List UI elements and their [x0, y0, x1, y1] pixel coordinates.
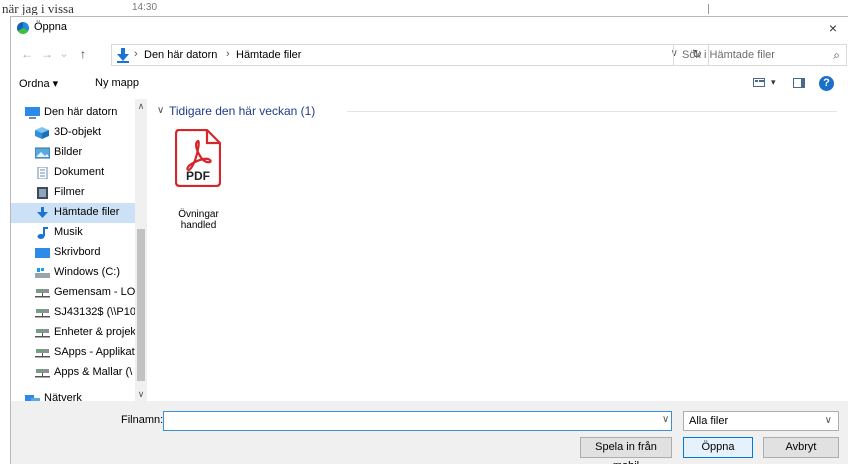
background-divider — [708, 4, 709, 14]
file-item[interactable]: PDF Övningar handled — [171, 127, 251, 237]
organize-menu-button[interactable]: Ordna ▾ — [19, 77, 58, 90]
sidebar-item-label: Enheter & projekt — [54, 326, 139, 338]
up-arrow-icon[interactable]: ↑ — [75, 45, 91, 63]
file-type-value: Alla filer — [689, 415, 729, 427]
3d-objects-icon — [35, 127, 49, 139]
network-drive-icon — [35, 309, 50, 318]
pdf-type-label: PDF — [186, 169, 210, 183]
downloads-icon — [37, 207, 48, 218]
network-drive-icon — [35, 349, 50, 358]
open-dialog: Öppna × ← → ⌄ ↑ › Den här datorn › Hämta… — [10, 16, 848, 464]
videos-icon — [37, 187, 48, 199]
sidebar-item-den-har-datorn[interactable]: Den här datorn — [11, 103, 135, 123]
sidebar-item-label: Skrivbord — [54, 246, 101, 258]
view-options-chevron-icon[interactable]: ▾ — [771, 77, 776, 88]
recent-locations-chevron-icon[interactable]: ⌄ — [59, 45, 69, 63]
breadcrumb-den-har-datorn[interactable]: Den här datorn — [144, 49, 217, 61]
sidebar-item-gemensam[interactable]: Gemensam - LO — [11, 283, 135, 303]
close-button[interactable]: × — [818, 17, 848, 39]
download-arrow-icon — [117, 48, 129, 63]
sidebar-item-label: SApps - Applikat — [54, 346, 135, 358]
sidebar-item-windows-c[interactable]: Windows (C:) — [11, 263, 135, 283]
group-divider — [347, 111, 837, 112]
sidebar-item-sapps[interactable]: SApps - Applikat — [11, 343, 135, 363]
file-name-label: Övningar handled — [178, 209, 219, 231]
sidebar-item-label: Bilder — [54, 146, 83, 158]
open-button[interactable]: Öppna — [683, 437, 753, 458]
sidebar-item-musik[interactable]: Musik — [11, 223, 135, 243]
change-view-icon[interactable] — [753, 78, 765, 87]
group-title: Tidigare den här veckan (1) — [169, 104, 316, 118]
back-arrow-icon[interactable]: ← — [19, 45, 35, 63]
record-from-mobile-button[interactable]: Spela in från mobil — [580, 437, 672, 464]
computer-icon — [25, 107, 40, 119]
file-type-select[interactable]: Alla filer ∨ — [683, 411, 839, 431]
sidebar-item-enheter-projekt[interactable]: Enheter & projekt — [11, 323, 139, 343]
background-window: när jag i vissa 14:30 — [0, 0, 848, 16]
desktop-icon — [35, 248, 50, 258]
sidebar-item-label: 3D-objekt — [54, 126, 102, 138]
background-time: 14:30 — [132, 2, 158, 13]
new-folder-button[interactable]: Ny mapp — [95, 77, 139, 89]
breadcrumb-separator: › — [226, 48, 230, 60]
group-collapse-icon[interactable]: ∨ — [157, 105, 164, 116]
filename-dropdown-icon[interactable]: ∨ — [662, 414, 669, 425]
sidebar-item-apps-mallar[interactable]: Apps & Mallar (\ — [11, 363, 135, 383]
network-drive-icon — [35, 329, 50, 338]
sidebar-item-label: Dokument — [54, 166, 105, 178]
network-drive-icon — [35, 289, 50, 298]
sidebar-item-label: Windows (C:) — [54, 266, 121, 278]
sidebar-item-label: Musik — [54, 226, 83, 238]
scroll-up-icon[interactable]: ∧ — [135, 99, 147, 113]
sidebar-item-label: SJ43132$ (\\P100 — [54, 306, 143, 318]
search-icon[interactable]: ⌕ — [833, 48, 840, 63]
dialog-footer: Filnamn: ∨ Alla filer ∨ Spela in från mo… — [11, 401, 848, 464]
search-box[interactable]: ⌕ — [673, 44, 847, 66]
sidebar-item-label: Filmer — [54, 186, 85, 198]
file-type-dropdown-icon[interactable]: ∨ — [825, 415, 832, 426]
sidebar-item-label: Hämtade filer — [54, 206, 120, 218]
address-bar[interactable]: › Den här datorn › Hämtade filer ∨ ↻ — [111, 44, 709, 66]
sidebar-item-label: Nätverk — [44, 392, 82, 401]
sidebar-item-filmer[interactable]: Filmer — [11, 183, 135, 203]
preview-pane-icon[interactable] — [793, 78, 805, 88]
forward-arrow-icon[interactable]: → — [39, 45, 55, 63]
sidebar-item-3d-objekt[interactable]: 3D-objekt — [11, 123, 135, 143]
sidebar-item-natverk[interactable]: Nätverk — [11, 389, 135, 401]
navigation-pane[interactable]: Den här datorn 3D-objekt Bilder Dokument… — [11, 99, 147, 401]
breadcrumb-hamtade-filer[interactable]: Hämtade filer — [236, 49, 301, 61]
help-icon[interactable]: ? — [819, 76, 834, 91]
sidebar-scrollbar[interactable]: ∧ ∨ — [135, 99, 147, 401]
music-icon — [37, 227, 48, 239]
sidebar-item-dokument[interactable]: Dokument — [11, 163, 135, 183]
pictures-icon — [35, 147, 50, 159]
scroll-down-icon[interactable]: ∨ — [135, 387, 147, 401]
pdf-file-icon: PDF — [175, 129, 221, 187]
sidebar-item-label: Den här datorn — [44, 106, 118, 118]
filename-label: Filnamn: — [121, 414, 164, 426]
sidebar-item-bilder[interactable]: Bilder — [11, 143, 135, 163]
scrollbar-thumb[interactable] — [137, 229, 145, 381]
background-text: när jag i vissa — [2, 1, 74, 15]
dialog-title: Öppna — [34, 21, 68, 33]
documents-icon — [37, 167, 48, 179]
drive-icon — [35, 268, 50, 278]
sidebar-item-skrivbord[interactable]: Skrivbord — [11, 243, 135, 263]
breadcrumb-separator: › — [134, 48, 138, 60]
command-bar: Ordna ▾ Ny mapp ▾ ? — [11, 73, 848, 95]
title-bar: Öppna × — [11, 17, 848, 39]
sidebar-item-label: Gemensam - LO — [54, 286, 136, 298]
cancel-button[interactable]: Avbryt — [763, 437, 839, 458]
navigation-bar: ← → ⌄ ↑ › Den här datorn › Hämtade filer… — [11, 43, 848, 67]
search-input[interactable] — [674, 45, 822, 65]
network-drive-icon — [35, 369, 50, 378]
sidebar-item-label: Apps & Mallar (\ — [54, 366, 133, 378]
sidebar-item-sj43132[interactable]: SJ43132$ (\\P100 — [11, 303, 142, 323]
sidebar-item-hamtade-filer[interactable]: Hämtade filer — [11, 203, 135, 223]
network-icon — [25, 395, 40, 401]
filename-input[interactable] — [163, 411, 672, 431]
edge-browser-icon — [17, 22, 29, 34]
